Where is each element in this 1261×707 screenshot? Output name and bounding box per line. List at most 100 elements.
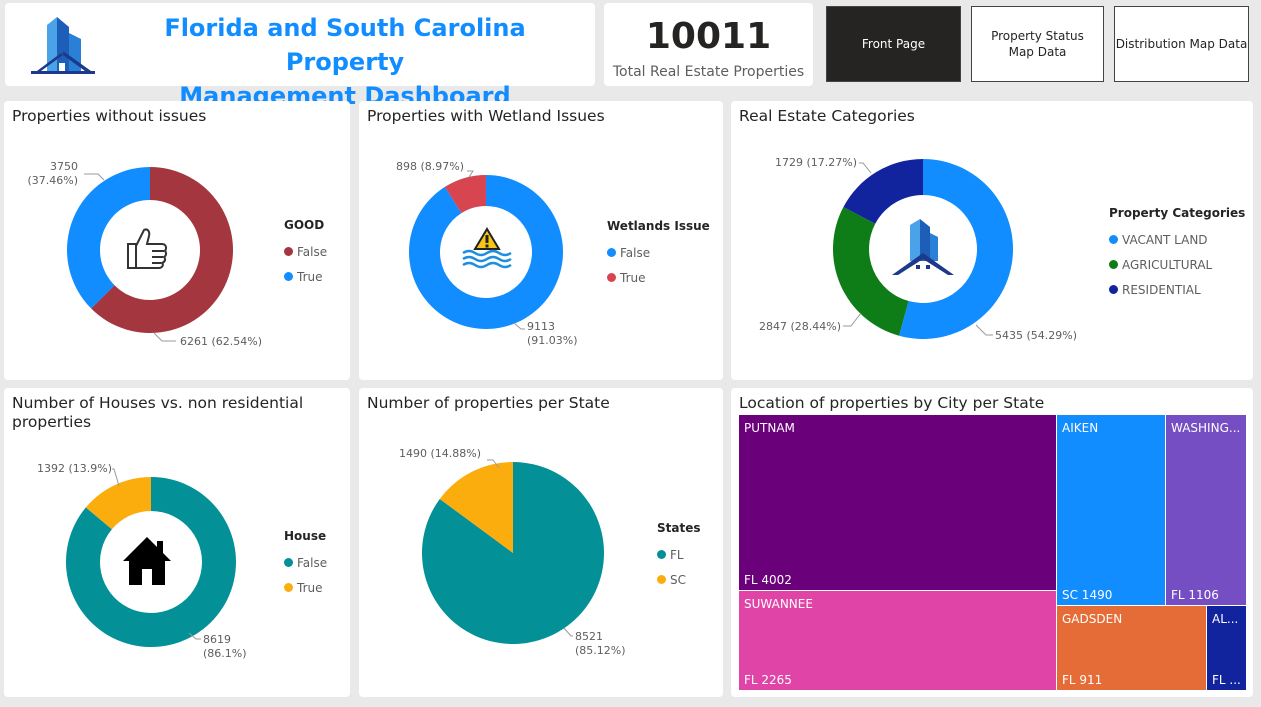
treemap-city: AIKEN (1062, 421, 1099, 435)
treemap-city: WASHING... (1171, 421, 1241, 435)
treemap-value: SC 1490 (1062, 588, 1113, 602)
treemap-cell-aiken[interactable]: AIKEN SC 1490 (1057, 415, 1165, 605)
categories-legend-residential[interactable]: RESIDENTIAL (1109, 277, 1245, 302)
wetland-legend: Wetlands Issue False True (607, 219, 710, 290)
categories-card: Real Estate Categories 5435 (54.29%) 2847… (731, 101, 1253, 380)
wetland-legend-title: Wetlands Issue (607, 219, 710, 233)
legend-dot (1109, 235, 1118, 244)
states-card: Number of properties per State 8521 (85.1… (359, 388, 723, 697)
wetland-legend-true[interactable]: True (607, 265, 710, 290)
legend-dot (607, 248, 616, 257)
categories-data-label: 1729 (17.27%) (775, 156, 857, 169)
states-legend-title: States (657, 521, 701, 535)
treemap-value: FL 911 (1062, 673, 1103, 687)
treemap-cell-washington[interactable]: WASHING... FL 1106 (1166, 415, 1246, 605)
legend-dot (1109, 260, 1118, 269)
house-legend-true[interactable]: True (284, 575, 327, 600)
good-card: Properties without issues 6261 (62.54%) 3… (4, 101, 350, 380)
wetland-leader-line (467, 170, 474, 178)
property-status-map-button[interactable]: Property Status Map Data (971, 6, 1104, 82)
categories-legend-title: Property Categories (1109, 206, 1246, 220)
legend-label: VACANT LAND (1122, 232, 1208, 247)
treemap-value: FL 1106 (1171, 588, 1219, 602)
front-page-button[interactable]: Front Page (826, 6, 961, 82)
legend-dot (284, 272, 293, 281)
states-legend-sc[interactable]: SC (657, 567, 701, 592)
kpi-value: 10011 (645, 16, 772, 57)
legend-label: FL (670, 547, 684, 562)
categories-legend: Property Categories VACANT LAND AGRICULT… (1109, 206, 1245, 302)
good-legend: GOOD False True (284, 218, 327, 289)
house-data-label: 8619 (86.1%) (203, 633, 247, 660)
wetland-card: Properties with Wetland Issues 9113 (91.0… (359, 101, 723, 380)
legend-dot (657, 575, 666, 584)
treemap-cell-suwannee[interactable]: SUWANNEE FL 2265 (739, 591, 1056, 690)
good-leader-line (84, 173, 105, 181)
wetland-data-label: 898 (8.97%) (396, 160, 464, 173)
categories-legend-agricultural[interactable]: AGRICULTURAL (1109, 252, 1245, 277)
states-data-label: 1490 (14.88%) (399, 447, 481, 460)
treemap-cell-al[interactable]: AL... FL ... (1207, 606, 1246, 690)
flood-warning-icon (462, 227, 512, 269)
categories-leader-line (859, 162, 872, 174)
treemap-city: SUWANNEE (744, 597, 813, 611)
treemap-value: FL 4002 (744, 573, 792, 587)
treemap-cell-putnam[interactable]: PUTNAM FL 4002 (739, 415, 1056, 590)
treemap-cell-gadsden[interactable]: GADSDEN FL 911 (1057, 606, 1206, 690)
building-icon (892, 219, 954, 275)
legend-dot (284, 558, 293, 567)
legend-label: False (297, 244, 328, 259)
house-icon (123, 537, 171, 585)
house-legend-false[interactable]: False (284, 550, 327, 575)
house-legend: House False True (284, 529, 327, 600)
kpi-card: 10011 Total Real Estate Properties (604, 3, 813, 86)
categories-leader-line (843, 312, 862, 327)
legend-label: True (297, 269, 323, 284)
good-legend-true[interactable]: True (284, 264, 327, 289)
house-data-label: 1392 (13.9%) (37, 462, 112, 475)
legend-label: AGRICULTURAL (1122, 257, 1213, 272)
thumbs-up-icon (127, 228, 168, 269)
distribution-map-button[interactable]: Distribution Map Data (1114, 6, 1249, 82)
legend-dot (284, 247, 293, 256)
treemap-value: FL ... (1212, 673, 1241, 687)
treemap-city: AL... (1212, 612, 1239, 626)
treemap-chart: PUTNAM FL 4002 SUWANNEE FL 2265 AIKEN SC… (739, 415, 1246, 690)
legend-dot (284, 583, 293, 592)
good-legend-false[interactable]: False (284, 239, 327, 264)
states-leader-line (563, 627, 573, 637)
good-leader-line (153, 332, 176, 342)
categories-data-label: 5435 (54.29%) (995, 329, 1077, 342)
legend-label: SC (670, 572, 686, 587)
categories-leader-line (975, 324, 993, 336)
treemap-title: Location of properties by City per State (739, 394, 1045, 412)
states-legend-fl[interactable]: FL (657, 542, 701, 567)
wetland-leader-line (513, 322, 525, 330)
house-card: Number of Houses vs. non residential pro… (4, 388, 350, 697)
legend-label: True (620, 270, 646, 285)
house-legend-title: House (284, 529, 327, 543)
categories-data-label: 2847 (28.44%) (759, 320, 841, 333)
wetland-data-label: 9113 (91.03%) (527, 320, 578, 347)
states-data-label: 8521 (85.12%) (575, 630, 626, 657)
categories-legend-vacant[interactable]: VACANT LAND (1109, 227, 1245, 252)
legend-label: False (620, 245, 651, 260)
legend-label: RESIDENTIAL (1122, 282, 1201, 297)
building-logo-icon (31, 17, 95, 74)
good-data-label: 6261 (62.54%) (180, 335, 262, 348)
good-legend-title: GOOD (284, 218, 325, 232)
legend-dot (607, 273, 616, 282)
treemap-city: PUTNAM (744, 421, 795, 435)
good-data-label: 3750 (37.46%) (27, 160, 78, 187)
dashboard-title: Florida and South Carolina Property Mana… (105, 11, 585, 113)
legend-dot (1109, 285, 1118, 294)
legend-label: False (297, 555, 328, 570)
legend-label: True (297, 580, 323, 595)
wetland-legend-false[interactable]: False (607, 240, 710, 265)
treemap-value: FL 2265 (744, 673, 792, 687)
house-leader-line (112, 468, 120, 487)
legend-dot (657, 550, 666, 559)
header-title-card: Florida and South Carolina Property Mana… (5, 3, 595, 110)
dashboard-title-line1: Florida and South Carolina Property (164, 14, 526, 76)
treemap-city: GADSDEN (1062, 612, 1123, 626)
